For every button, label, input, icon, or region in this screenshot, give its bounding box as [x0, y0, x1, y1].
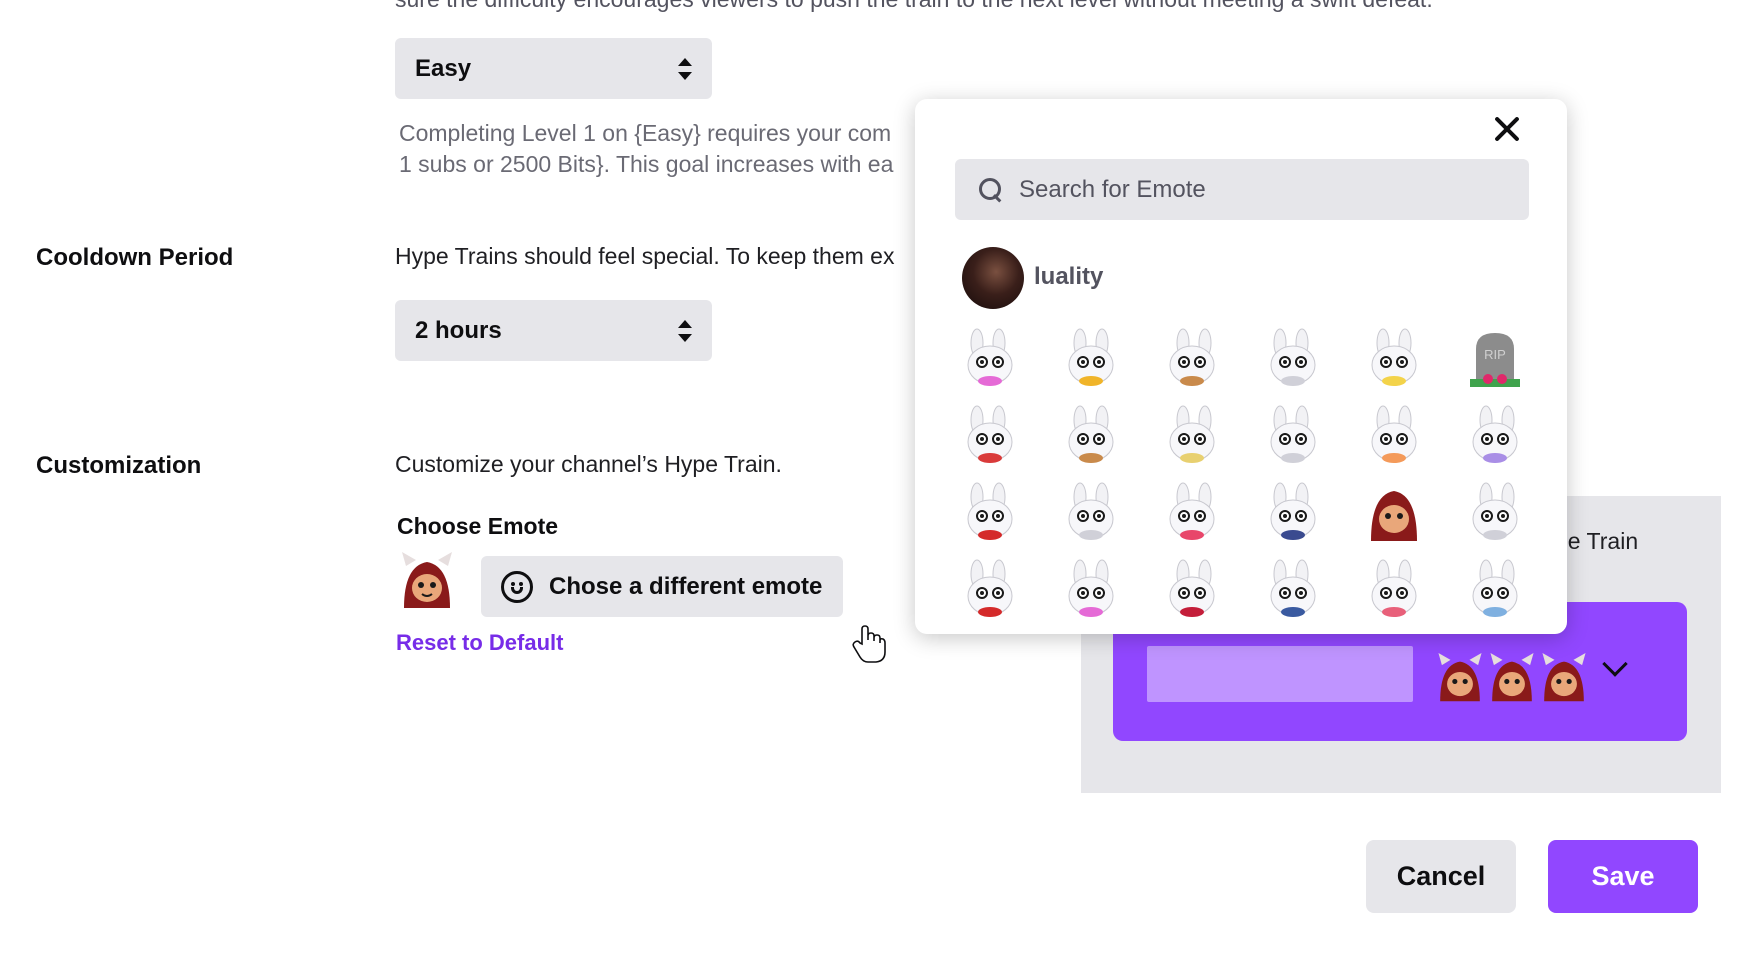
bunny-emote-14-icon — [1068, 482, 1114, 540]
bunny-emote-22[interactable] — [1262, 558, 1324, 620]
bunny-emote-22-icon — [1270, 559, 1316, 617]
bunny-emote-19[interactable] — [959, 558, 1021, 620]
bunny-emote-18-icon — [1472, 482, 1518, 540]
bunny-emote-2[interactable] — [1060, 327, 1122, 389]
bunny-emote-12[interactable] — [1464, 404, 1526, 466]
bunny-emote-20-icon — [1068, 559, 1114, 617]
tombstone-emote[interactable]: RIP — [1464, 327, 1526, 389]
bunny-emote-5[interactable] — [1363, 327, 1425, 389]
bunny-emote-11[interactable] — [1363, 404, 1425, 466]
emote-search-input[interactable] — [1019, 175, 1499, 204]
hype-train-progress — [1147, 646, 1413, 702]
choose-different-emote-label: Chose a different emote — [549, 572, 823, 600]
cooldown-select-value: 2 hours — [415, 316, 502, 344]
cancel-button[interactable]: Cancel — [1366, 840, 1516, 913]
bunny-emote-3[interactable] — [1161, 327, 1223, 389]
difficulty-select-value: Easy — [415, 54, 472, 82]
bunny-emote-18[interactable] — [1464, 481, 1526, 543]
bunny-emote-19-icon — [967, 559, 1013, 617]
bunny-emote-8-icon — [1068, 405, 1114, 463]
bunny-emote-11-icon — [1371, 405, 1417, 463]
emote-grid: RIP — [959, 327, 1526, 620]
bunny-emote-23[interactable] — [1363, 558, 1425, 620]
bunny-emote-2-icon — [1068, 328, 1114, 386]
bunny-emote-7-icon — [967, 405, 1013, 463]
customization-label: Customization — [36, 452, 202, 479]
save-button[interactable]: Save — [1548, 840, 1698, 913]
bunny-emote-16-icon — [1270, 482, 1316, 540]
select-arrows-icon — [678, 319, 692, 342]
preview-title: pe Train — [1555, 528, 1639, 554]
bunny-emote-10-icon — [1270, 405, 1316, 463]
smile-icon — [501, 570, 533, 603]
bunny-emote-4[interactable] — [1262, 327, 1324, 389]
channel-avatar — [962, 247, 1024, 309]
cooldown-label: Cooldown Period — [36, 244, 234, 271]
tombstone-emote-icon: RIP — [1470, 333, 1520, 387]
difficulty-description-top: sure the difficulty encourages viewers t… — [395, 0, 1433, 13]
bunny-emote-9-icon — [1169, 405, 1215, 463]
choose-emote-label: Choose Emote — [397, 513, 559, 539]
selected-emote-icon — [402, 552, 452, 608]
bunny-emote-8[interactable] — [1060, 404, 1122, 466]
bunny-emote-20[interactable] — [1060, 558, 1122, 620]
bunny-emote-24[interactable] — [1464, 558, 1526, 620]
select-arrows-icon — [678, 57, 692, 80]
hype-train-emotes — [1435, 653, 1589, 703]
bunny-emote-4-icon — [1270, 328, 1316, 386]
close-icon[interactable] — [1492, 114, 1522, 144]
bunny-emote-5-icon — [1371, 328, 1417, 386]
cooldown-select[interactable]: 2 hours — [395, 300, 712, 361]
choose-different-emote-button[interactable]: Chose a different emote — [481, 556, 843, 617]
bunny-emote-10[interactable] — [1262, 404, 1324, 466]
cooldown-description: Hype Trains should feel special. To keep… — [395, 243, 895, 269]
bunny-emote-24-icon — [1472, 559, 1518, 617]
bunny-emote-7[interactable] — [959, 404, 1021, 466]
difficulty-helper-text: Completing Level 1 on {Easy} requires yo… — [399, 120, 894, 177]
bunny-emote-13-icon — [967, 482, 1013, 540]
bunny-emote-14[interactable] — [1060, 481, 1122, 543]
bunny-emote-23-icon — [1371, 559, 1417, 617]
bunny-emote-13[interactable] — [959, 481, 1021, 543]
difficulty-select[interactable]: Easy — [395, 38, 712, 99]
hooded-emote-icon — [1438, 653, 1482, 702]
hand-cursor-icon — [852, 625, 886, 663]
reset-to-default-link[interactable]: Reset to Default — [396, 630, 563, 656]
bunny-emote-1-icon — [967, 328, 1013, 386]
customization-description: Customize your channel’s Hype Train. — [395, 451, 782, 477]
bunny-emote-21-icon — [1169, 559, 1215, 617]
emote-search-field[interactable] — [955, 159, 1529, 220]
hooded-emote-icon — [1542, 653, 1586, 702]
bunny-emote-1[interactable] — [959, 327, 1021, 389]
bunny-emote-15-icon — [1169, 482, 1215, 540]
bunny-emote-15[interactable] — [1161, 481, 1223, 543]
hooded-emote-icon — [1490, 653, 1534, 702]
channel-name: luality — [1034, 263, 1104, 290]
hooded-emote[interactable] — [1363, 481, 1425, 543]
bunny-emote-12-icon — [1472, 405, 1518, 463]
bunny-emote-3-icon — [1169, 328, 1215, 386]
bunny-emote-16[interactable] — [1262, 481, 1324, 543]
hooded-emote-icon — [1371, 491, 1417, 541]
bunny-emote-9[interactable] — [1161, 404, 1223, 466]
bunny-emote-21[interactable] — [1161, 558, 1223, 620]
svg-text:RIP: RIP — [1484, 347, 1506, 362]
search-icon — [979, 177, 1003, 202]
